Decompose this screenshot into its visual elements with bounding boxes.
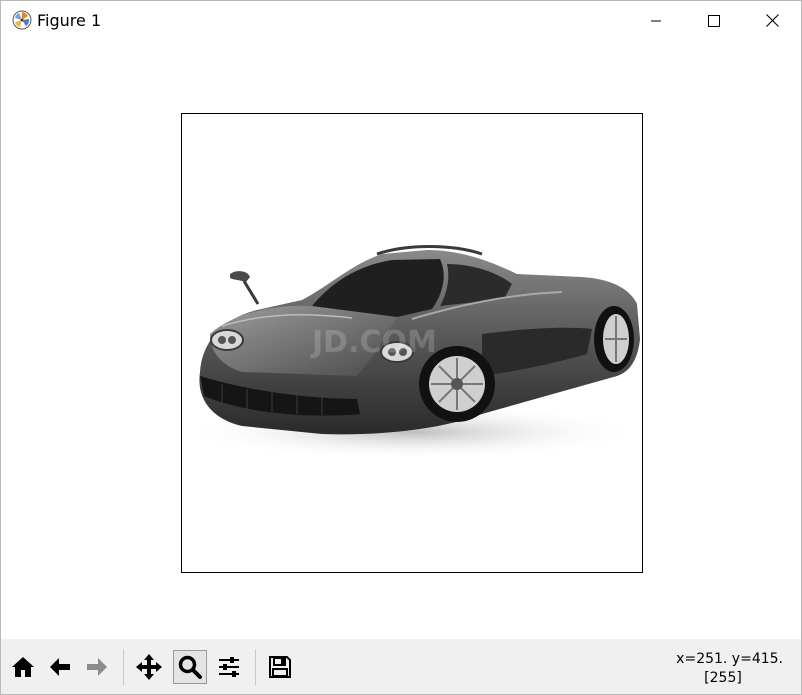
figure-window: Figure 1 JD.COM x=251. y=415. [255]: [0, 0, 802, 695]
left-arrow-icon: [50, 658, 70, 676]
minimize-icon: [651, 20, 661, 21]
zoom-button[interactable]: [173, 650, 207, 684]
sliders-icon: [219, 657, 239, 677]
toolbar-separator: [123, 649, 124, 685]
configure-subplots-button[interactable]: [212, 650, 246, 684]
minimize-button[interactable]: [627, 1, 685, 40]
home-icon: [12, 657, 34, 677]
home-button[interactable]: [6, 650, 40, 684]
toolbar-separator: [255, 649, 256, 685]
pixel-value: [255]: [704, 670, 742, 686]
cursor-readout: x=251. y=415. [255]: [623, 650, 783, 688]
back-button[interactable]: [43, 650, 77, 684]
save-button[interactable]: [263, 650, 297, 684]
title-bar[interactable]: Figure 1: [1, 1, 801, 40]
right-arrow-icon: [87, 658, 107, 676]
matplotlib-logo-icon: [12, 10, 32, 30]
image-axes[interactable]: JD.COM: [181, 113, 643, 573]
move-icon: [136, 654, 162, 680]
floppy-icon: [269, 656, 291, 678]
maximize-icon: [708, 14, 720, 27]
watermark-text: JD.COM: [310, 325, 437, 360]
close-icon: [765, 14, 779, 27]
window-title: Figure 1: [37, 11, 102, 30]
car-photo: JD.COM: [182, 245, 642, 460]
pan-button[interactable]: [132, 650, 166, 684]
maximize-button[interactable]: [685, 1, 743, 40]
close-button[interactable]: [743, 1, 801, 40]
cursor-coordinates: x=251. y=415.: [676, 651, 783, 667]
magnifier-icon: [178, 655, 202, 679]
forward-button[interactable]: [80, 650, 114, 684]
